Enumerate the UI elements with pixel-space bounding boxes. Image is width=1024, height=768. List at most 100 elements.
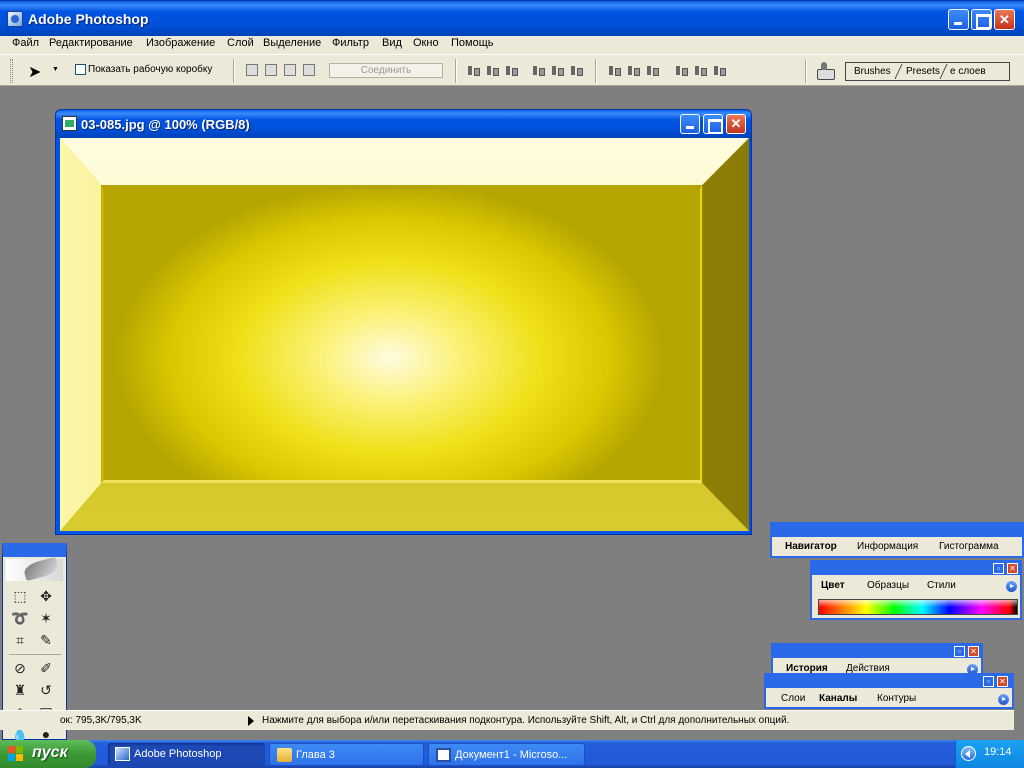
- file-browser-icon[interactable]: [815, 61, 835, 80]
- menu-window[interactable]: Окно: [413, 37, 439, 49]
- palette-title-bar[interactable]: [772, 524, 1024, 537]
- distribute-left-icon[interactable]: [675, 64, 688, 77]
- status-menu-arrow-icon[interactable]: [248, 716, 254, 726]
- palette-close-button[interactable]: ✕: [1007, 563, 1018, 574]
- palette-minimize-button[interactable]: ▫: [983, 676, 994, 687]
- marquee-tool-icon[interactable]: ⬚: [11, 587, 29, 605]
- system-tray: 19:14: [955, 740, 1024, 768]
- menu-layer[interactable]: Слой: [227, 37, 254, 49]
- document-title-bar[interactable]: 03-085.jpg @ 100% (RGB/8) ✕: [56, 110, 751, 138]
- show-bounding-box-label: Показать рабочую коробку: [88, 64, 213, 75]
- crop-tool-icon[interactable]: ⌗: [11, 631, 29, 649]
- document-minimize-button[interactable]: [680, 114, 700, 134]
- distribute-horizontal-center-icon[interactable]: [694, 64, 707, 77]
- options-bar-grip[interactable]: [10, 59, 13, 83]
- intersect-shape-area-icon[interactable]: [284, 64, 296, 76]
- palette-menu-icon[interactable]: [998, 694, 1009, 705]
- exclude-shape-area-icon[interactable]: [303, 64, 315, 76]
- distribute-right-icon[interactable]: [713, 64, 726, 77]
- navigator-tabs: Навигатор Информация Гистограмма: [775, 540, 1023, 555]
- align-horizontal-center-icon[interactable]: [551, 64, 564, 77]
- clock[interactable]: 19:14: [984, 746, 1012, 758]
- app-title: Adobe Photoshop: [28, 11, 149, 27]
- close-button[interactable]: ✕: [994, 9, 1015, 30]
- palette-minimize-button[interactable]: ▫: [954, 646, 965, 657]
- document-icon: [62, 116, 77, 131]
- color-palette[interactable]: ▫ ✕ Цвет Образцы Стили: [810, 560, 1022, 620]
- yellow-panel-face: [101, 185, 702, 483]
- taskbar-button-photoshop[interactable]: Adobe Photoshop: [108, 743, 265, 766]
- menu-file[interactable]: Файл: [12, 37, 39, 49]
- palette-minimize-button[interactable]: ▫: [993, 563, 1004, 574]
- tab-color[interactable]: Цвет: [817, 579, 849, 594]
- tab-navigator[interactable]: Навигатор: [781, 540, 841, 555]
- path-selection-tool-icon[interactable]: ➤: [28, 62, 41, 82]
- tab-info[interactable]: Информация: [853, 540, 922, 555]
- taskbar-button-word[interactable]: Документ1 - Microso...: [428, 743, 585, 766]
- folder-icon: [277, 748, 292, 762]
- palette-title-bar[interactable]: [773, 645, 983, 658]
- document-window[interactable]: 03-085.jpg @ 100% (RGB/8) ✕: [55, 109, 752, 535]
- start-button[interactable]: пуск: [0, 740, 96, 768]
- tab-styles[interactable]: Стили: [923, 579, 960, 594]
- healing-brush-tool-icon[interactable]: ⊘: [11, 659, 29, 677]
- distribute-bottom-icon[interactable]: [646, 64, 659, 77]
- menu-help[interactable]: Помощь: [451, 37, 494, 49]
- image-canvas[interactable]: [60, 138, 749, 531]
- separator: [455, 59, 457, 83]
- word-icon: [436, 748, 451, 762]
- tab-histogram[interactable]: Гистограмма: [935, 540, 1003, 555]
- palette-title-bar[interactable]: [766, 675, 1014, 688]
- document-size-readout: ок: 795,3K/795,3K: [60, 715, 142, 726]
- distribute-top-icon[interactable]: [608, 64, 621, 77]
- menu-filter[interactable]: Фильтр: [332, 37, 369, 49]
- menu-image[interactable]: Изображение: [146, 37, 215, 49]
- layers-palette[interactable]: ▫ ✕ Слои Каналы Контуры: [764, 673, 1014, 709]
- tab-paths[interactable]: Контуры: [873, 692, 920, 707]
- lasso-tool-icon[interactable]: ➰: [11, 609, 29, 627]
- align-top-icon[interactable]: [467, 64, 480, 77]
- separator: [233, 59, 235, 83]
- color-spectrum-ramp[interactable]: [818, 599, 1018, 615]
- tool-preset-dropdown-icon[interactable]: ▼: [52, 66, 59, 73]
- document-maximize-button[interactable]: [703, 114, 723, 134]
- navigator-palette[interactable]: Навигатор Информация Гистограмма: [770, 522, 1024, 558]
- photoshop-app-icon[interactable]: [7, 11, 23, 27]
- add-shape-area-icon[interactable]: [246, 64, 258, 76]
- taskbar-button-folder[interactable]: Глава 3: [269, 743, 424, 766]
- menu-edit[interactable]: Редактирование: [49, 37, 133, 49]
- palette-tab-presets[interactable]: Presets: [906, 66, 940, 77]
- combine-button[interactable]: Соединить: [329, 63, 443, 78]
- palette-close-button[interactable]: ✕: [997, 676, 1008, 687]
- maximize-button[interactable]: [971, 9, 992, 30]
- menu-select[interactable]: Выделение: [263, 37, 321, 49]
- brush-tool-icon[interactable]: ✐: [37, 659, 55, 677]
- palette-title-bar[interactable]: [812, 562, 1022, 575]
- clone-stamp-tool-icon[interactable]: ♜: [11, 681, 29, 699]
- windows-logo-icon: [8, 746, 24, 762]
- menu-view[interactable]: Вид: [382, 37, 402, 49]
- align-left-icon[interactable]: [532, 64, 545, 77]
- tab-channels[interactable]: Каналы: [815, 692, 862, 707]
- palette-tab-layer-comps[interactable]: е слоев: [950, 66, 986, 77]
- subtract-shape-area-icon[interactable]: [265, 64, 277, 76]
- document-close-button[interactable]: ✕: [726, 114, 746, 134]
- distribute-vertical-center-icon[interactable]: [627, 64, 640, 77]
- tab-swatches[interactable]: Образцы: [863, 579, 913, 594]
- palette-menu-icon[interactable]: [1006, 581, 1017, 592]
- show-hidden-icons-button[interactable]: [961, 746, 976, 761]
- palette-tab-brushes[interactable]: Brushes: [854, 66, 891, 77]
- tab-layers[interactable]: Слои: [777, 692, 809, 707]
- magic-wand-tool-icon[interactable]: ✶: [37, 609, 55, 627]
- move-tool-icon[interactable]: ✥: [37, 587, 55, 605]
- toolbox-feather-logo[interactable]: [6, 559, 63, 581]
- show-bounding-box-checkbox[interactable]: [75, 64, 86, 75]
- align-bottom-icon[interactable]: [505, 64, 518, 77]
- minimize-button[interactable]: [948, 9, 969, 30]
- app-title-bar[interactable]: Adobe Photoshop ✕: [0, 0, 1024, 36]
- align-right-icon[interactable]: [570, 64, 583, 77]
- palette-close-button[interactable]: ✕: [968, 646, 979, 657]
- history-brush-tool-icon[interactable]: ↺: [37, 681, 55, 699]
- slice-tool-icon[interactable]: ✎: [37, 631, 55, 649]
- align-vertical-center-icon[interactable]: [486, 64, 499, 77]
